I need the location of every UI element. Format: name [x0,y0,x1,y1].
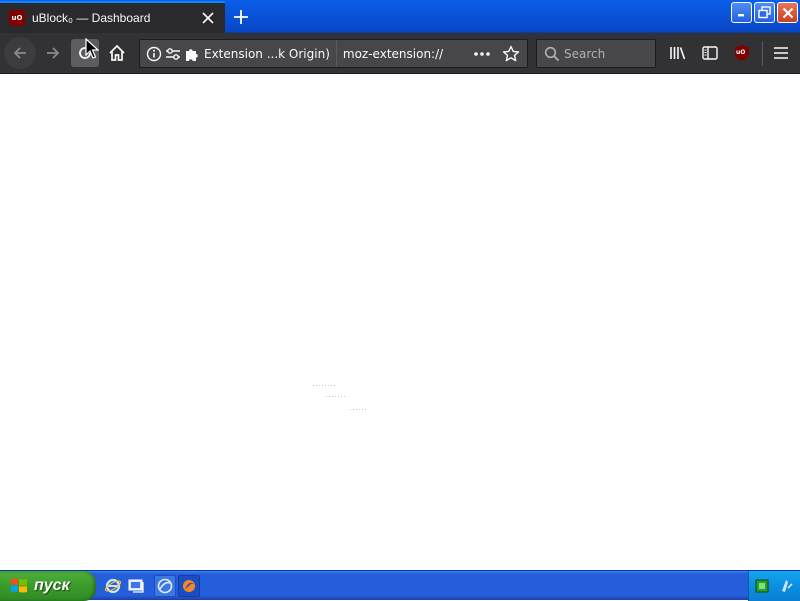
firefox-icon [157,578,173,594]
start-button[interactable]: пуск [0,571,96,601]
close-icon [782,7,793,18]
render-artifact [326,396,346,397]
taskbar-firefox-window[interactable] [178,575,200,597]
quick-launch-show-desktop[interactable] [126,575,148,597]
bookmark-star-button[interactable] [501,44,521,64]
network-tray-icon[interactable] [755,579,769,593]
favicon-text: uO [11,14,23,22]
quick-launch-firefox[interactable] [154,575,176,597]
windows-logo-icon [11,578,27,593]
page-content-area[interactable] [0,74,800,570]
volume-tray-icon[interactable] [780,578,794,594]
render-artifact [313,385,335,386]
arrow-right-icon [47,47,60,59]
search-bar[interactable] [536,39,656,68]
home-button[interactable] [103,39,131,67]
tab-title: uBlock₀ — Dashboard [32,11,151,25]
site-identity[interactable]: Extension ...k Origin) [140,40,337,67]
minimize-icon [738,14,744,17]
plus-icon [234,10,248,24]
system-tray [748,571,800,601]
search-icon [544,46,560,61]
close-window-button[interactable] [777,2,798,23]
forward-button[interactable] [39,39,67,67]
library-icon [670,47,686,60]
restore-icon [758,6,771,19]
firefox-window-icon [183,580,195,592]
library-button[interactable] [664,39,692,67]
quick-launch-ie[interactable] [102,575,124,597]
navigation-toolbar: Extension ...k Origin) uO [0,33,800,74]
open-menu-button[interactable] [767,39,795,67]
taskbar: пуск [0,570,800,601]
restore-button[interactable] [754,2,775,23]
title-bar: uO uBlock₀ — Dashboard [0,0,800,33]
mouse-cursor-icon [85,38,99,59]
close-icon [202,12,214,24]
puzzle-piece-icon [186,48,198,61]
home-icon [109,44,125,61]
internet-explorer-icon [104,578,122,594]
info-icon [146,46,162,61]
sidebar-icon [702,46,718,60]
permissions-sliders-icon [166,47,180,60]
sidebar-button[interactable] [696,39,724,67]
show-desktop-icon [128,579,144,593]
ublock-badge-text: uO [736,49,746,56]
tab-ublock-dashboard[interactable]: uO uBlock₀ — Dashboard [0,1,225,33]
close-tab-button[interactable] [199,9,217,27]
render-artifact [350,409,368,410]
ublock-favicon-icon: uO [9,10,25,26]
page-actions-button[interactable] [471,45,493,63]
hamburger-menu-icon [774,47,788,59]
start-label: пуск [34,577,70,594]
ublock-origin-button[interactable]: uO [728,39,756,67]
url-input[interactable] [342,43,473,64]
more-dots-icon [474,52,490,56]
back-button[interactable] [4,37,36,69]
identity-label: Extension ...k Origin) [204,46,330,61]
search-input[interactable] [564,43,652,64]
toolbar-separator [762,41,763,66]
url-bar[interactable]: Extension ...k Origin) [139,39,528,68]
star-icon [502,45,520,62]
new-tab-button[interactable] [229,5,253,29]
minimize-button[interactable] [731,2,752,23]
arrow-left-icon [13,47,26,59]
